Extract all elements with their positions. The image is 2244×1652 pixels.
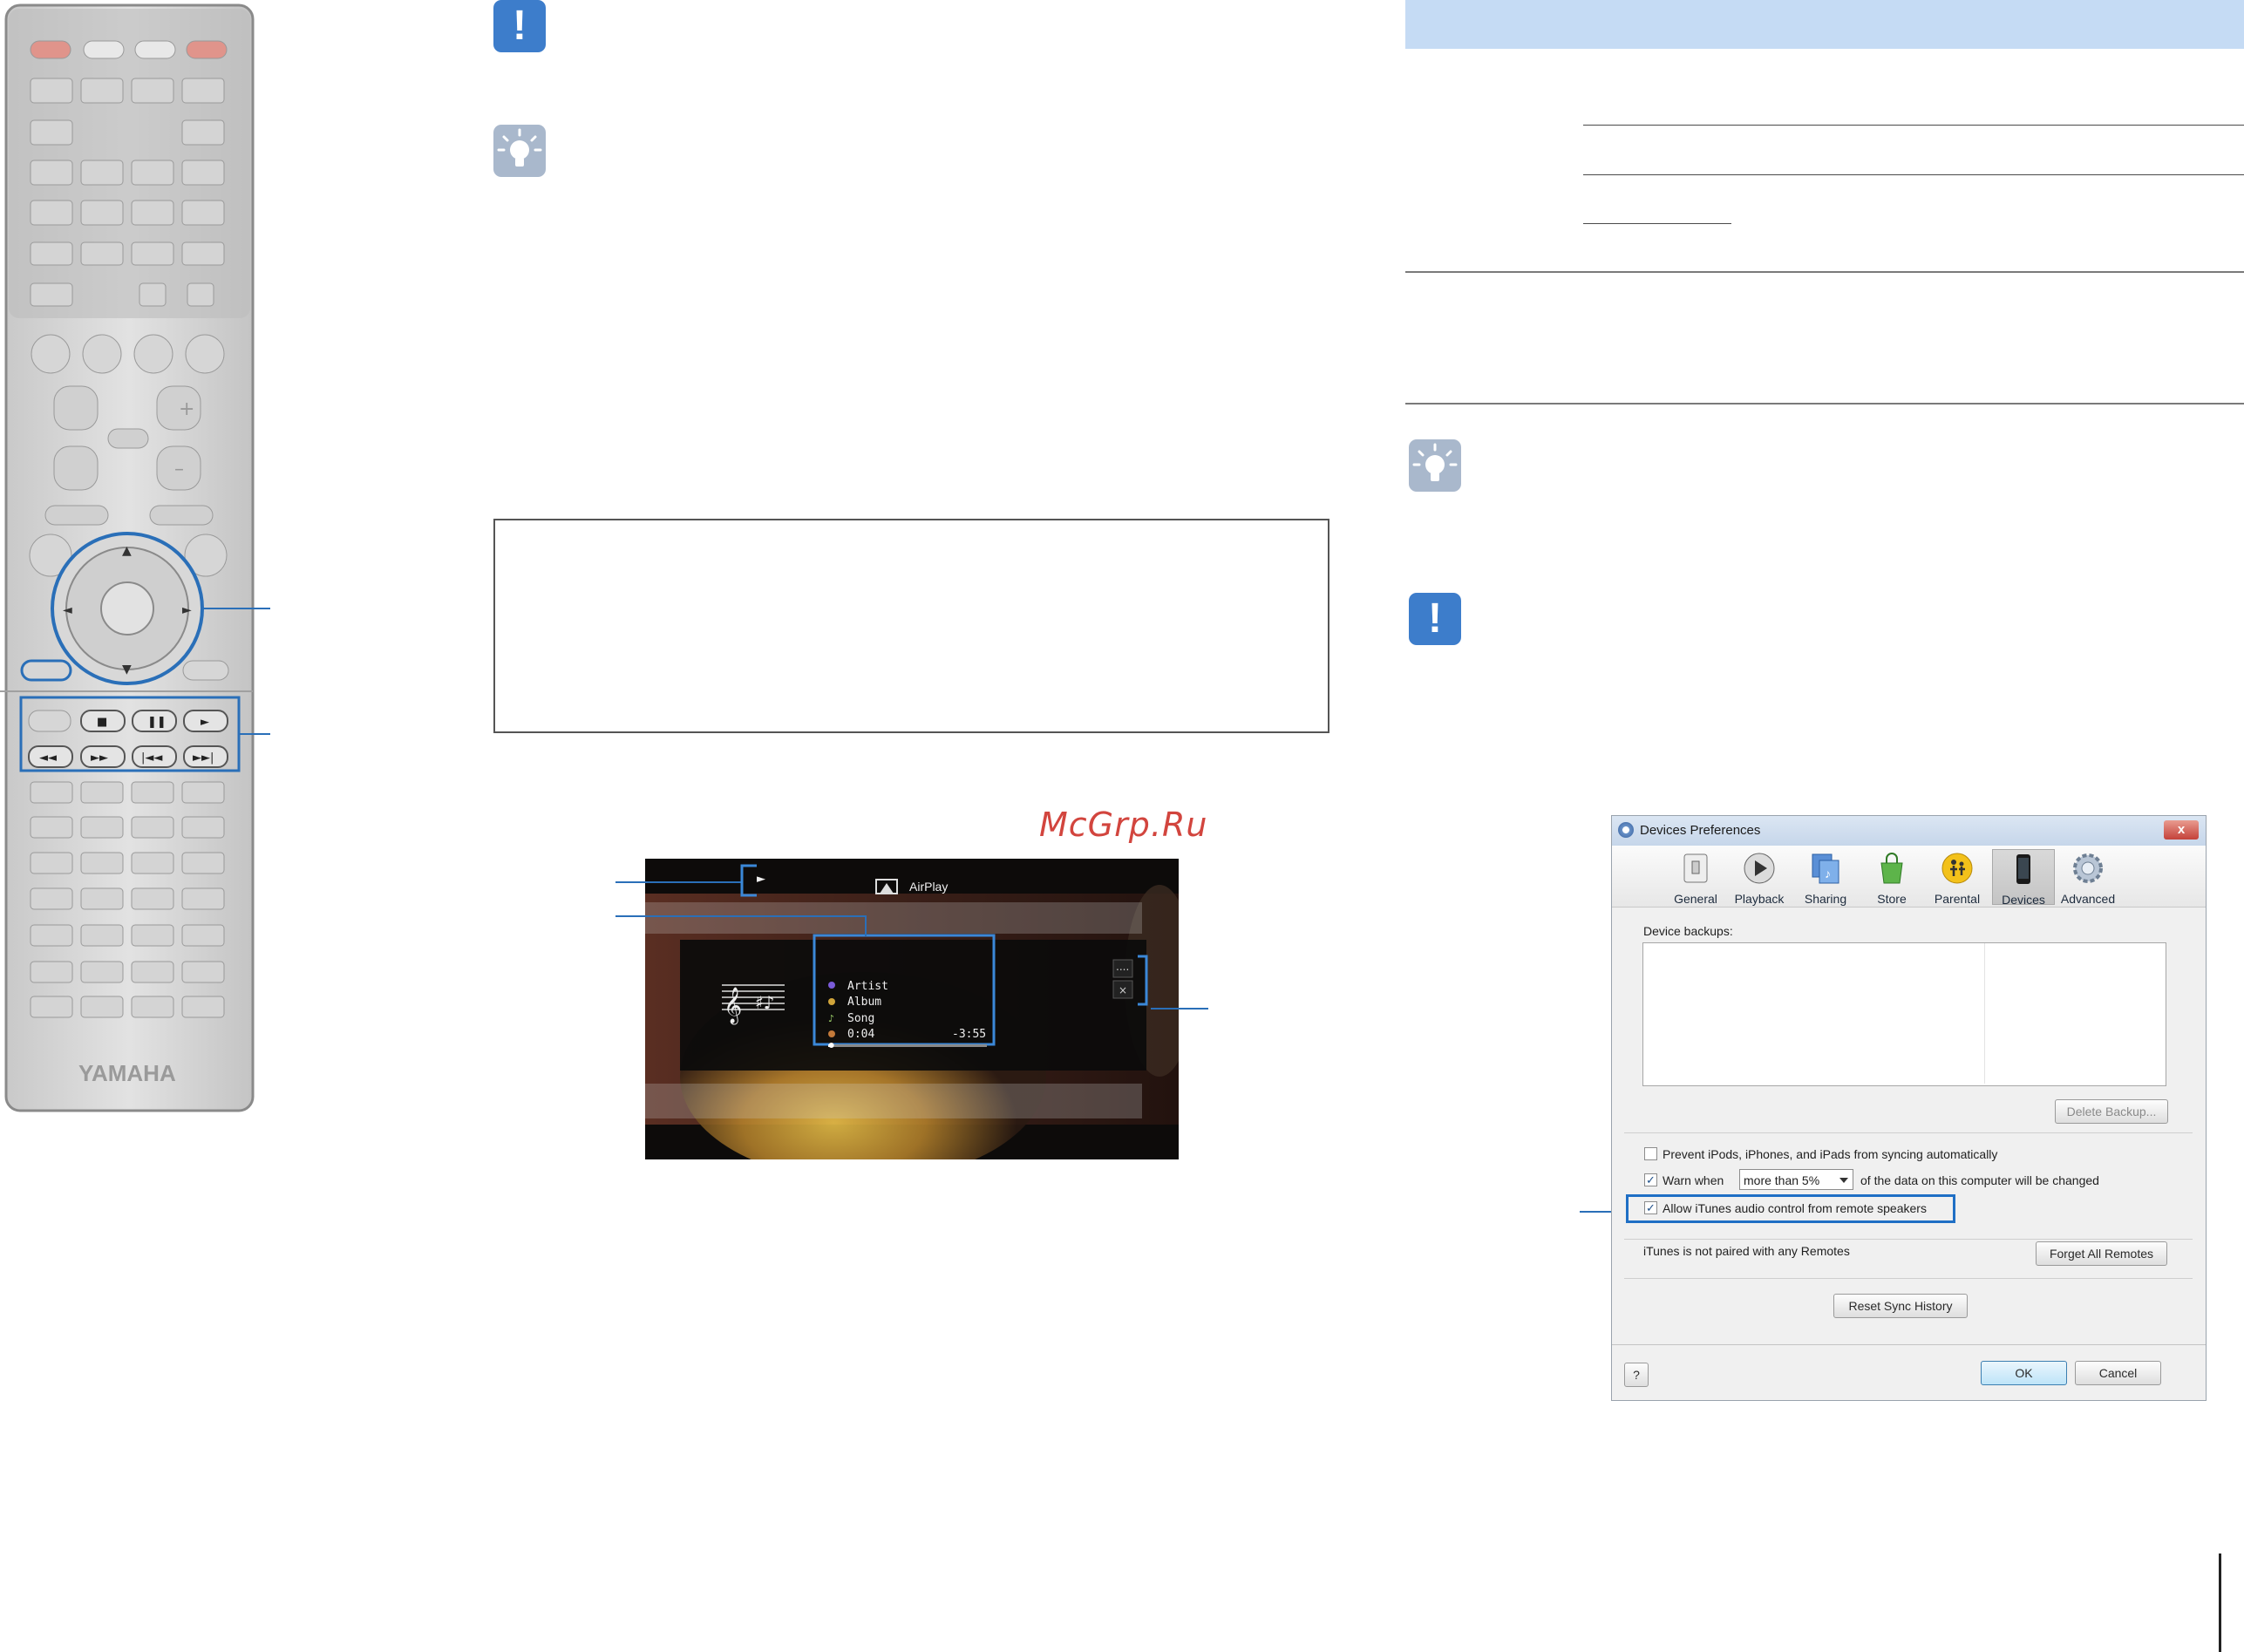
help-button[interactable]: ?: [1624, 1363, 1649, 1387]
status-bracket: [740, 864, 757, 897]
warn-when-label: Warn when: [1663, 1173, 1724, 1187]
progress-track: [828, 1044, 987, 1047]
svg-text:+: +: [179, 398, 194, 420]
svg-text:𝄞: 𝄞: [724, 987, 742, 1024]
devices-icon: [2016, 854, 2030, 884]
dialog-title: Devices Preferences: [1640, 823, 1761, 838]
notice-icon: !: [493, 0, 546, 52]
remotes-status-label: iTunes is not paired with any Remotes: [1643, 1244, 1850, 1258]
tab-devices[interactable]: Devices: [1992, 849, 2055, 907]
warn-threshold-select[interactable]: more than 5%: [1739, 1169, 1853, 1190]
cancel-button[interactable]: Cancel: [2075, 1361, 2161, 1385]
hint-icon: [493, 125, 546, 177]
remaining-time: -3:55: [952, 1028, 986, 1041]
callout-line-status: [615, 881, 743, 883]
tab-advanced[interactable]: Advanced: [2057, 849, 2119, 906]
devices-preferences-dialog: Devices Preferences x General Playback ♪…: [1611, 815, 2207, 1401]
prevent-sync-checkbox[interactable]: [1644, 1147, 1657, 1160]
warn-when-checkbox[interactable]: ✓: [1644, 1173, 1657, 1186]
chevron-down-icon: [1839, 1178, 1848, 1183]
forget-remotes-button[interactable]: Forget All Remotes: [2036, 1241, 2167, 1266]
watermark: McGrp.Ru: [1039, 806, 1208, 844]
airplay-screen: AirPlay ► 𝄞 ♯♪ ♪ Artist Album Song 0:04 …: [645, 859, 1179, 1159]
tab-parental[interactable]: Parental: [1926, 849, 1989, 906]
remote-brand: YAMAHA: [78, 1060, 176, 1086]
power-button: [30, 40, 71, 59]
svg-text:❚❚: ❚❚: [147, 716, 167, 729]
table-header-row: [1405, 0, 2244, 49]
sharing-icon: ♪: [1812, 853, 1839, 884]
callout-line-transport: [239, 733, 270, 735]
allow-remote-checkbox[interactable]: ✓: [1644, 1201, 1657, 1214]
elapsed-time: 0:04: [847, 1028, 874, 1041]
advanced-icon: [2073, 853, 2103, 883]
svg-text:–: –: [174, 459, 184, 480]
enter-button: [100, 581, 154, 636]
tab-general[interactable]: General: [1664, 849, 1727, 906]
itunes-icon: [1618, 822, 1634, 838]
tab-sharing[interactable]: ♪ Sharing: [1794, 849, 1857, 906]
reset-sync-history-button[interactable]: Reset Sync History: [1833, 1294, 1968, 1318]
svg-text:◄: ◄: [63, 603, 72, 617]
artist-label: Artist: [847, 980, 888, 993]
prevent-sync-label: Prevent iPods, iPhones, and iPads from s…: [1663, 1147, 1998, 1161]
warn-suffix-label: of the data on this computer will be cha…: [1860, 1173, 2099, 1187]
tab-store[interactable]: Store: [1860, 849, 1923, 906]
song-label: Song: [847, 1012, 874, 1025]
callout-line-info-vertical: [865, 915, 867, 936]
svg-text:♪: ♪: [828, 1013, 834, 1024]
tab-playback[interactable]: Playback: [1728, 849, 1791, 906]
svg-text:▼: ▼: [122, 663, 132, 676]
parental-icon: [1941, 853, 1973, 884]
store-icon: [1880, 853, 1903, 884]
hint-icon: [1409, 439, 1461, 492]
svg-text:►: ►: [201, 716, 209, 729]
svg-text:▲: ▲: [122, 544, 132, 558]
svg-text:♪: ♪: [1825, 867, 1831, 880]
svg-text:►: ►: [182, 603, 192, 617]
airplay-header: AirPlay: [909, 880, 948, 894]
table-rule: [1583, 223, 1731, 224]
dialog-titlebar: Devices Preferences x: [1612, 816, 2206, 846]
playback-icon: [1744, 853, 1775, 884]
svg-text:♯♪: ♯♪: [755, 992, 774, 1013]
note-box: [493, 519, 1329, 733]
remote-control: + – ▲ ▼ ◄ ► ■ ❚❚ ► ◄◄ ►► |◄◄ ►►| YAMAHA: [0, 3, 255, 1112]
svg-text:|◄◄: |◄◄: [141, 751, 162, 765]
callout-line-cursor: [202, 608, 270, 609]
svg-text:■: ■: [97, 716, 107, 729]
menu-icon: ....: [1116, 961, 1129, 973]
svg-text:►►|: ►►|: [193, 751, 214, 765]
general-icon: [1683, 853, 1708, 883]
close-button[interactable]: x: [2164, 820, 2199, 840]
device-backups-label: Device backups:: [1643, 924, 1733, 938]
svg-text:◄◄: ◄◄: [39, 751, 57, 765]
page-edge-bar: [2219, 1553, 2221, 1652]
svg-text:►►: ►►: [91, 751, 108, 765]
notice-icon: !: [1409, 593, 1461, 645]
allow-remote-label: Allow iTunes audio control from remote s…: [1663, 1201, 1927, 1215]
table-rule: [1583, 174, 2244, 175]
table-rule: [1583, 125, 2244, 126]
table-rule: [1405, 271, 2244, 273]
table-rule: [1405, 403, 2244, 405]
callout-line-ops: [1151, 1008, 1208, 1010]
album-label: Album: [847, 996, 881, 1009]
close-icon: ×: [1119, 984, 1127, 996]
preferences-toolbar: General Playback ♪ Sharing Store Parenta…: [1612, 846, 2206, 908]
ok-button[interactable]: OK: [1981, 1361, 2067, 1385]
device-backups-list[interactable]: [1642, 942, 2166, 1086]
callout-line-info: [615, 915, 867, 917]
delete-backup-button[interactable]: Delete Backup...: [2055, 1099, 2168, 1124]
